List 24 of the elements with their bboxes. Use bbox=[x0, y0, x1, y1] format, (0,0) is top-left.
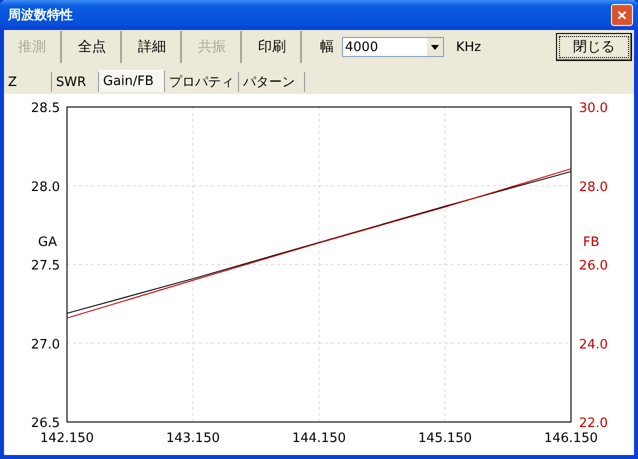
axis-tick-label: 26.0 bbox=[579, 258, 608, 274]
axis-tick-label: 27.0 bbox=[31, 337, 60, 352]
axis-title: FB bbox=[583, 235, 600, 250]
axis-tick-label: 30.0 bbox=[579, 101, 608, 116]
axis-tick-label: 27.5 bbox=[31, 258, 60, 274]
axis-title: GA bbox=[38, 235, 57, 250]
axis-tick-label: 143.150 bbox=[166, 431, 220, 446]
close-button[interactable]: ✕ bbox=[611, 4, 633, 26]
axis-tick-label: 22.0 bbox=[579, 416, 608, 431]
axis-tick-label: 28.5 bbox=[31, 101, 60, 116]
unit-label: KHz bbox=[456, 40, 482, 54]
window-title: 周波数特性 bbox=[8, 7, 73, 24]
close-dialog-button[interactable]: 閉じる bbox=[556, 33, 632, 61]
axis-tick-label: 28.0 bbox=[579, 180, 608, 195]
axis-tick-label: 24.0 bbox=[579, 337, 608, 352]
axis-tick-label: 145.150 bbox=[418, 431, 472, 446]
width-label: 幅 bbox=[320, 38, 334, 56]
width-combo[interactable]: 4000 bbox=[342, 37, 444, 57]
axis-tick-label: 144.150 bbox=[292, 431, 346, 446]
axis-tick-label: 142.150 bbox=[40, 431, 94, 446]
axis-tick-label: 28.0 bbox=[31, 180, 60, 195]
tab[interactable]: Gain/FB bbox=[99, 70, 165, 92]
axis-tick-label: 26.5 bbox=[31, 416, 60, 431]
axis-tick-label: 146.150 bbox=[544, 431, 598, 446]
